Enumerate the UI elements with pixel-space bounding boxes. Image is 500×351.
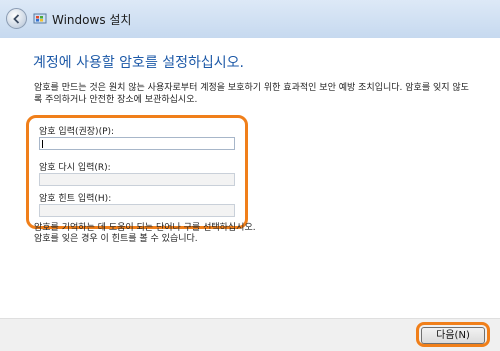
hint-explanation-line-2: 암호를 잊은 경우 이 힌트를 볼 수 있습니다. (34, 234, 198, 244)
page-description: 암호를 만드는 것은 원치 않는 사용자로부터 계정을 보호하기 위한 효과적인… (34, 83, 469, 105)
confirm-password-label: 암호 다시 입력(R): (39, 163, 111, 173)
password-label: 암호 입력(권장)(P): (39, 127, 115, 137)
content-area: 계정에 사용할 암호를 설정하십시오. 암호를 만드는 것은 원치 않는 사용자… (0, 38, 500, 318)
back-button[interactable] (6, 8, 27, 29)
text-caret (42, 140, 43, 148)
window-title: Windows 설치 (52, 13, 132, 27)
password-input[interactable] (39, 137, 235, 150)
hint-explanation-line-1: 암호를 기억하는 데 도움이 되는 단어나 구를 선택하십시오. (34, 223, 256, 233)
back-arrow-icon (13, 14, 20, 24)
password-hint-label: 암호 힌트 입력(H): (39, 194, 112, 204)
password-hint-input[interactable] (39, 204, 235, 217)
footer-bar: 다음(N) (0, 318, 500, 351)
confirm-password-input[interactable] (39, 173, 235, 186)
hint-explanation: 암호를 기억하는 데 도움이 되는 단어나 구를 선택하십시오. 암호를 잊은 … (34, 223, 464, 245)
next-button[interactable]: 다음(N) (421, 327, 485, 344)
password-fields-group: 암호 입력(권장)(P): 암호 다시 입력(R): 암호 힌트 입력(H): (26, 115, 248, 229)
title-bar: Windows 설치 (0, 0, 500, 39)
page-title: 계정에 사용할 암호를 설정하십시오. (33, 55, 244, 71)
windows-setup-icon (33, 13, 47, 24)
